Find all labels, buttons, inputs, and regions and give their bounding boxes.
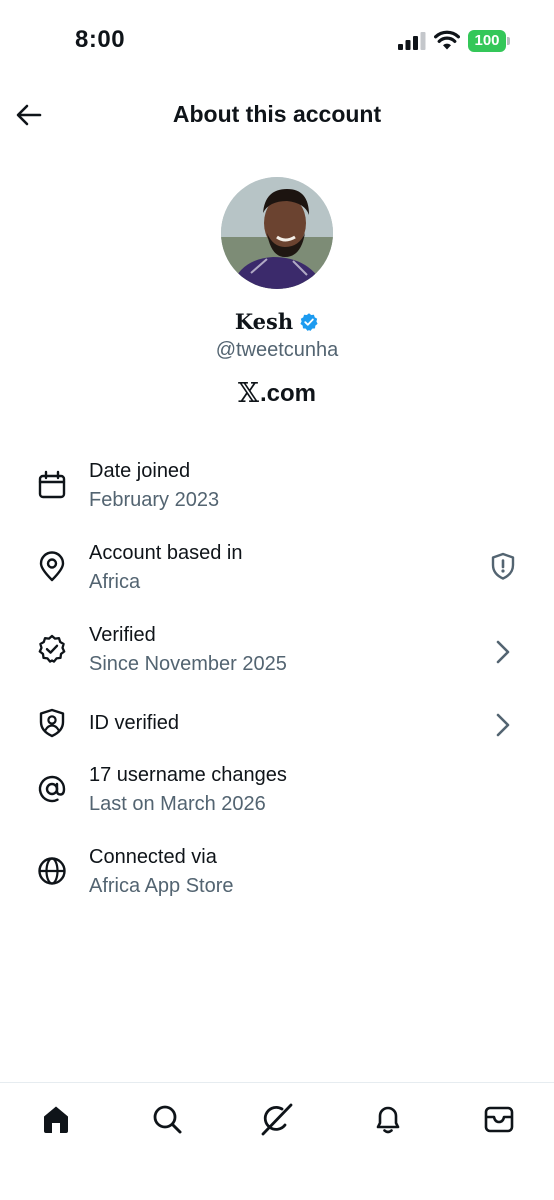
account-info-list: Date joined February 2023 Account based … — [0, 449, 554, 917]
id-shield-icon — [39, 708, 65, 738]
info-title: ID verified — [89, 712, 180, 734]
platform-name: 𝕏 .com — [0, 378, 554, 409]
nav-search[interactable] — [147, 1099, 187, 1139]
location-pin-icon — [39, 551, 65, 582]
info-title: Connected via — [89, 846, 217, 868]
wifi-icon — [434, 30, 460, 50]
info-row-account-based: Account based in Africa — [0, 531, 554, 613]
profile-section: Kesh @tweetcunha 𝕏 .com — [0, 177, 554, 409]
info-title: Account based in — [89, 542, 243, 564]
header: About this account — [0, 88, 554, 142]
chevron-right-icon — [496, 640, 510, 664]
platform-domain: .com — [259, 379, 316, 407]
info-subtitle: Last on March 2026 — [89, 793, 266, 815]
verified-checkmark-icon — [300, 312, 318, 331]
display-name: Kesh — [234, 309, 294, 334]
page-title: About this account — [172, 101, 382, 127]
info-row-date-joined: Date joined February 2023 — [0, 449, 554, 531]
info-title: Date joined — [89, 460, 191, 482]
cellular-signal-icon — [398, 32, 426, 50]
status-bar: 8:00 100 — [0, 0, 554, 80]
grok-icon — [261, 1103, 293, 1136]
messages-icon — [484, 1106, 514, 1133]
bottom-navigation — [0, 1082, 554, 1200]
name-row: Kesh — [0, 309, 554, 334]
notifications-icon — [376, 1106, 400, 1134]
info-subtitle: Africa App Store — [89, 875, 234, 897]
calendar-icon — [38, 470, 66, 499]
home-icon — [44, 1106, 68, 1133]
info-subtitle: February 2023 — [89, 489, 220, 511]
info-row-id-verified[interactable]: ID verified — [0, 695, 554, 753]
avatar-photo — [221, 177, 333, 289]
at-sign-icon — [38, 775, 66, 803]
globe-icon — [38, 857, 66, 885]
battery-level: 100 — [468, 30, 506, 52]
battery-nub — [507, 37, 510, 45]
info-row-username-changes: 17 username changes Last on March 2026 — [0, 753, 554, 835]
verified-badge-icon — [38, 634, 66, 663]
info-title: 17 username changes — [89, 764, 287, 786]
username-handle: @tweetcunha — [215, 339, 339, 361]
chevron-right-icon — [496, 713, 510, 737]
shield-alert-icon[interactable] — [488, 551, 518, 581]
nav-messages[interactable] — [479, 1099, 519, 1139]
search-icon — [153, 1105, 182, 1134]
nav-grok[interactable] — [257, 1099, 297, 1139]
info-row-connected-via: Connected via Africa App Store — [0, 835, 554, 917]
info-subtitle: Africa — [89, 571, 141, 593]
battery-indicator: 100 — [468, 30, 510, 52]
avatar[interactable] — [221, 177, 333, 289]
nav-home[interactable] — [36, 1099, 76, 1139]
x-logo: 𝕏 — [238, 378, 259, 409]
nav-notifications[interactable] — [368, 1099, 408, 1139]
info-row-verified[interactable]: Verified Since November 2025 — [0, 613, 554, 695]
status-time: 8:00 — [75, 26, 126, 53]
info-subtitle: Since November 2025 — [89, 653, 287, 675]
info-title: Verified — [89, 624, 156, 646]
